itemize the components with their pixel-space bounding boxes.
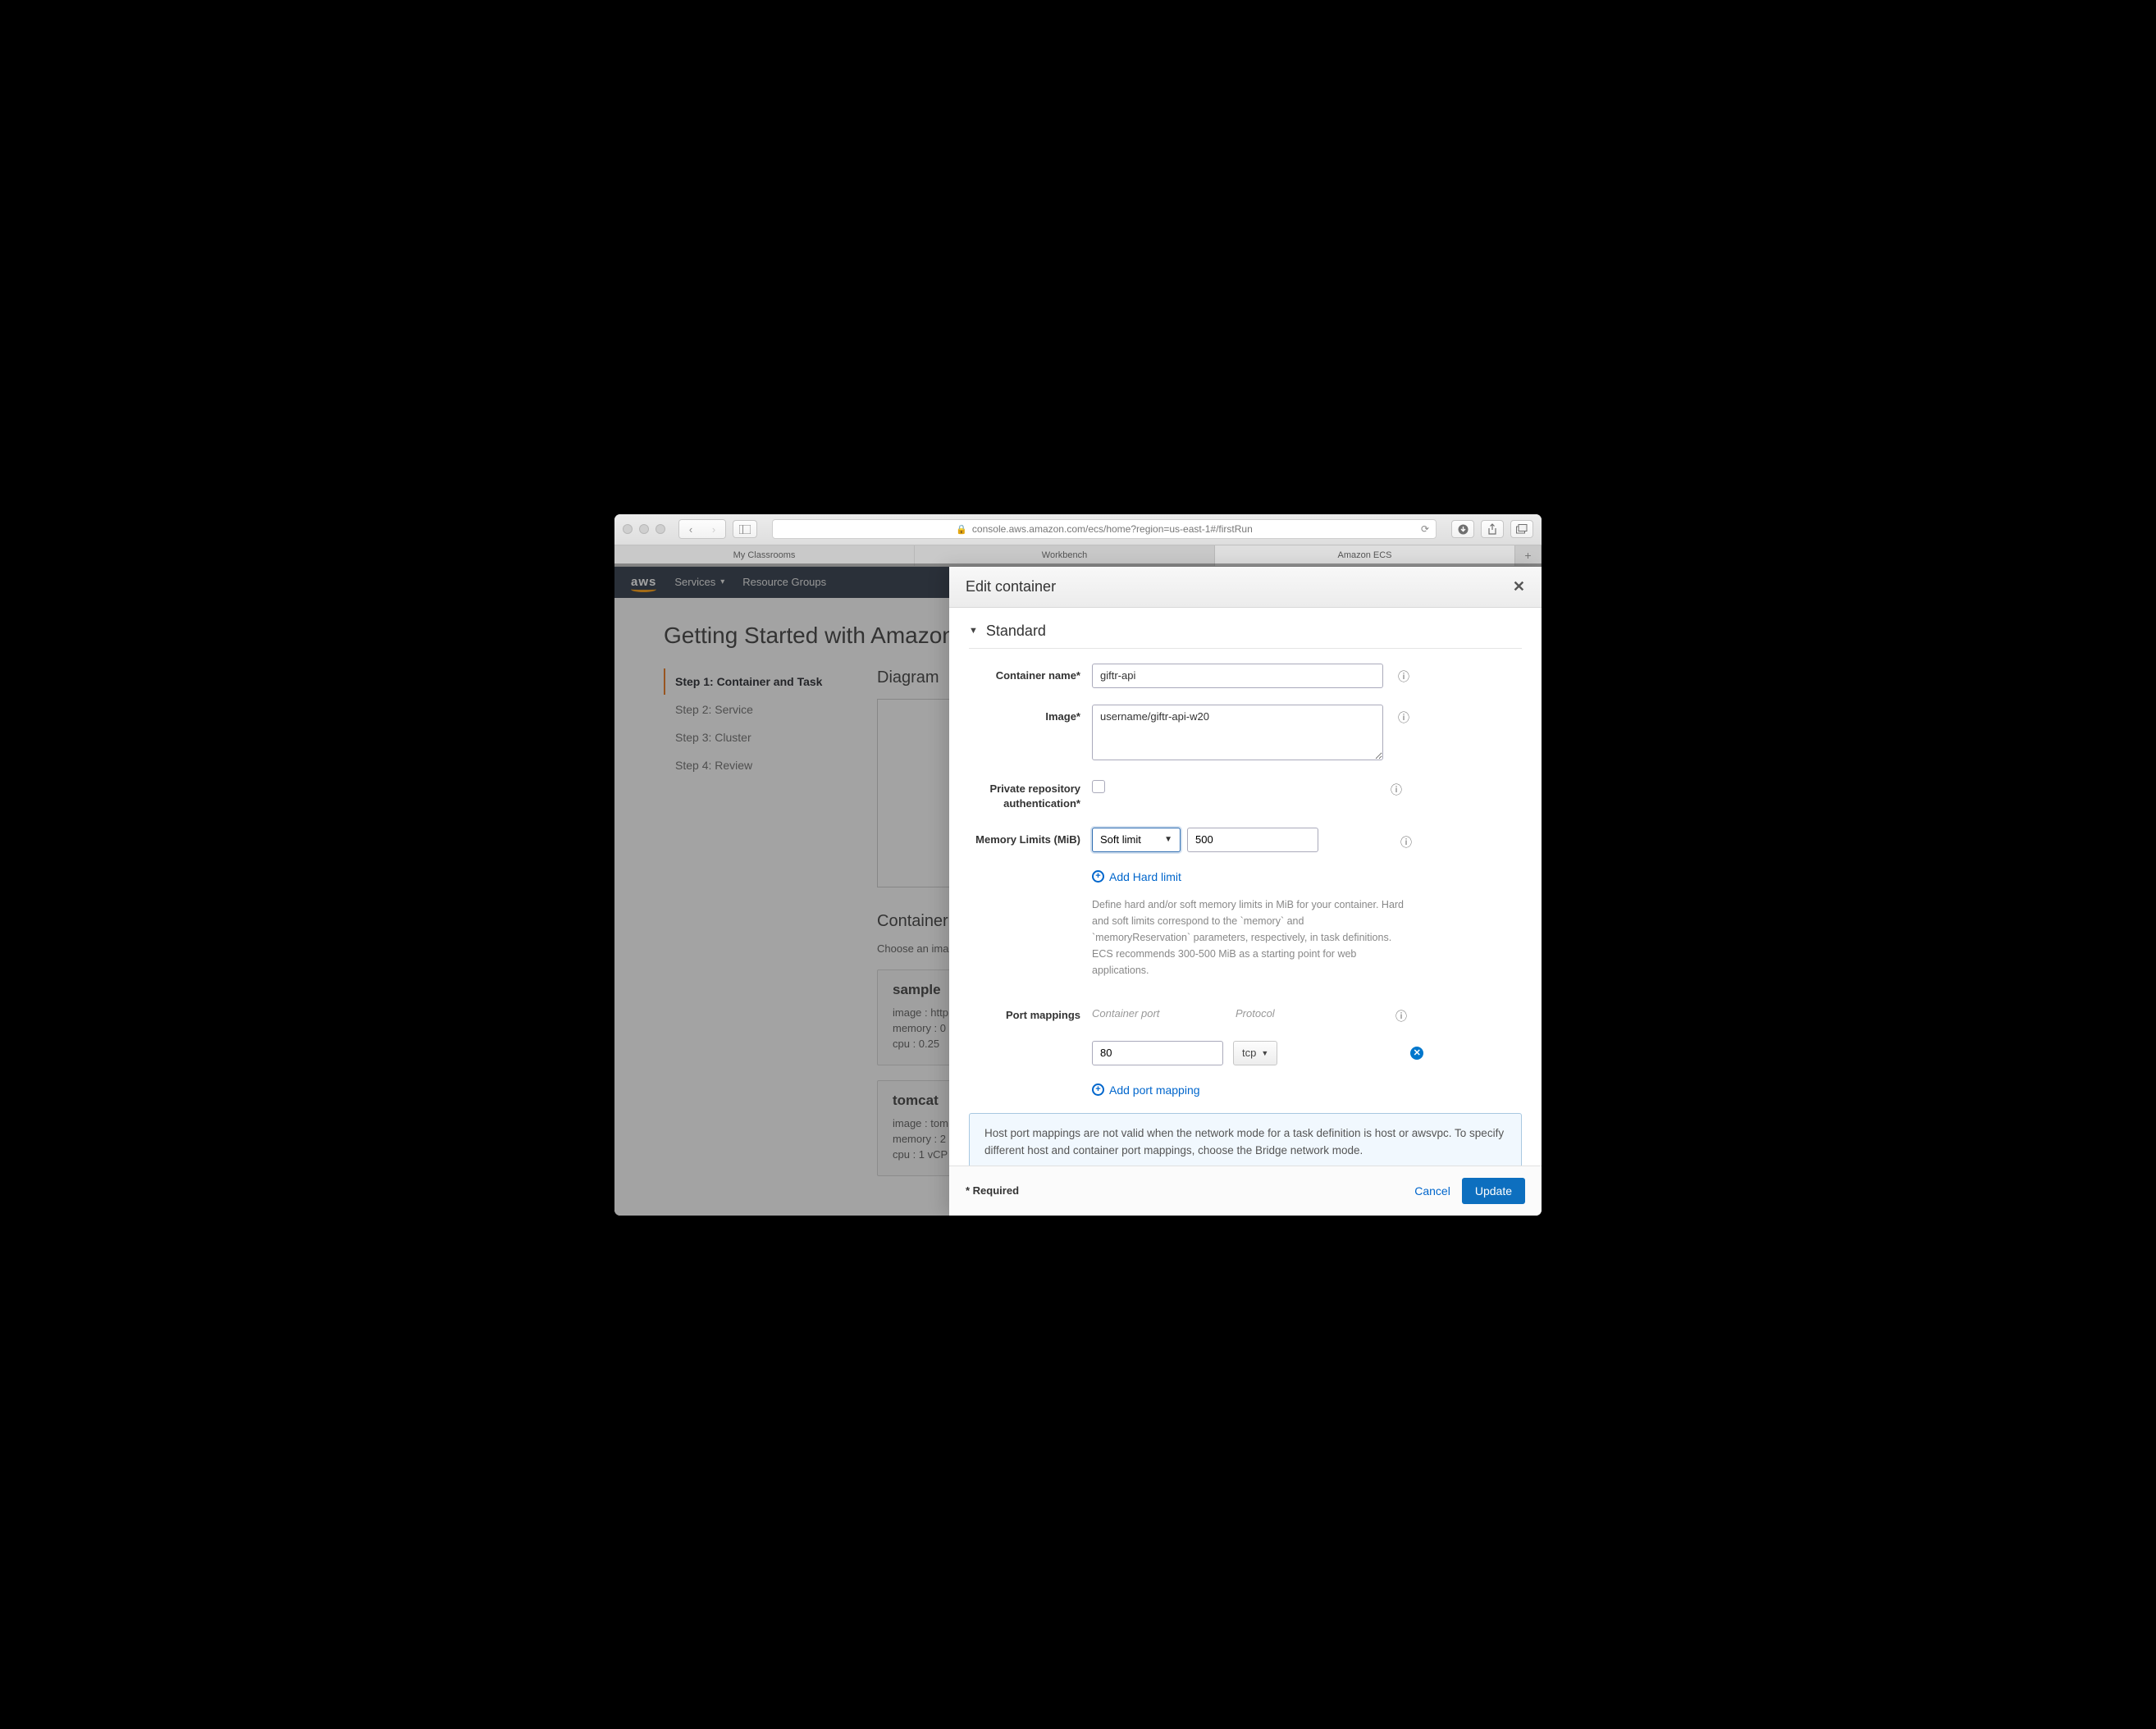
private-repo-checkbox[interactable] [1092, 780, 1105, 793]
url-text: console.aws.amazon.com/ecs/home?region=u… [972, 523, 1253, 535]
modal-header: Edit container ✕ [949, 567, 1542, 608]
caret-icon: ▼ [1261, 1049, 1268, 1057]
memory-value-input[interactable] [1187, 828, 1318, 852]
caret-icon: ▼ [1164, 835, 1172, 844]
remove-port-icon[interactable]: ✕ [1410, 1047, 1423, 1060]
minimize-dot[interactable] [639, 524, 649, 534]
forward-button[interactable]: › [702, 520, 725, 538]
update-button[interactable]: Update [1462, 1178, 1525, 1204]
plus-icon: + [1092, 1083, 1104, 1096]
close-dot[interactable] [623, 524, 633, 534]
info-icon[interactable]: ⓘ [1400, 834, 1412, 851]
modal-title: Edit container [966, 578, 1056, 595]
image-input[interactable]: username/giftr-api-w20 [1092, 705, 1383, 760]
url-bar[interactable]: 🔒 console.aws.amazon.com/ecs/home?region… [772, 519, 1437, 539]
back-button[interactable]: ‹ [679, 520, 702, 538]
share-icon[interactable] [1481, 520, 1504, 538]
collapse-caret-icon: ▼ [969, 626, 978, 636]
required-note: * Required [966, 1184, 1019, 1197]
tabs-icon[interactable] [1510, 520, 1533, 538]
image-label: Image* [969, 705, 1092, 724]
section-standard[interactable]: ▼ Standard [969, 623, 1522, 649]
memory-help-text: Define hard and/or soft memory limits in… [1092, 896, 1404, 979]
section-label: Standard [986, 623, 1046, 640]
lock-icon: 🔒 [956, 524, 967, 535]
modal-footer: * Required Cancel Update [949, 1166, 1542, 1216]
add-hard-limit-link[interactable]: + Add Hard limit [1092, 870, 1181, 883]
add-port-mapping-link[interactable]: + Add port mapping [1092, 1083, 1200, 1097]
modal-body: ▼ Standard Container name* ⓘ Image* user… [949, 608, 1542, 1166]
toolbar-icons [1451, 520, 1533, 538]
info-icon[interactable]: ⓘ [1398, 709, 1409, 726]
info-icon[interactable]: ⓘ [1398, 668, 1409, 685]
sidebar-toggle[interactable] [733, 520, 757, 538]
container-port-input[interactable] [1092, 1041, 1223, 1065]
edit-container-modal: Edit container ✕ ▼ Standard Container na… [949, 567, 1542, 1216]
titlebar: ‹ › 🔒 console.aws.amazon.com/ecs/home?re… [614, 514, 1542, 545]
plus-icon: + [1092, 870, 1104, 883]
reload-icon[interactable]: ⟳ [1421, 523, 1429, 535]
info-icon[interactable]: ⓘ [1391, 782, 1402, 798]
cancel-button[interactable]: Cancel [1414, 1184, 1450, 1198]
memory-type-select[interactable]: Soft limit ▼ [1092, 828, 1181, 852]
memory-label: Memory Limits (MiB) [969, 828, 1092, 847]
protocol-select[interactable]: tcp ▼ [1233, 1041, 1277, 1065]
info-icon[interactable]: ⓘ [1395, 1008, 1407, 1024]
nav-buttons: ‹ › [678, 519, 726, 539]
window-controls [623, 524, 665, 534]
download-icon[interactable] [1451, 520, 1474, 538]
close-icon[interactable]: ✕ [1513, 578, 1525, 595]
protocol-header: Protocol [1236, 1007, 1309, 1020]
maximize-dot[interactable] [655, 524, 665, 534]
container-name-label: Container name* [969, 664, 1092, 683]
browser-window: ‹ › 🔒 console.aws.amazon.com/ecs/home?re… [614, 514, 1542, 1216]
container-port-header: Container port [1092, 1007, 1236, 1020]
private-repo-label: Private repository authentication* [969, 777, 1092, 811]
container-name-input[interactable] [1092, 664, 1383, 688]
port-mappings-label: Port mappings [969, 1003, 1092, 1023]
port-mapping-info-box: Host port mappings are not valid when th… [969, 1113, 1522, 1166]
